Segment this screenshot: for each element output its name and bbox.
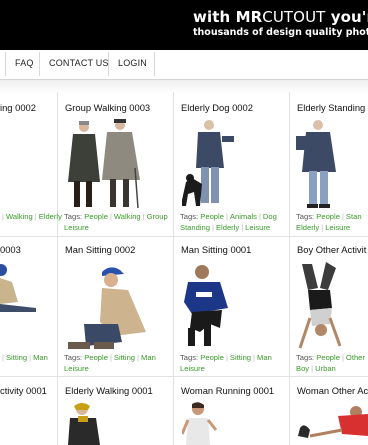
- tag-link[interactable]: Stan: [346, 212, 362, 221]
- photo-title[interactable]: ctivity 0001: [0, 385, 47, 396]
- tag-link[interactable]: Man: [141, 353, 156, 362]
- tag-link[interactable]: People: [316, 353, 340, 362]
- tag-link[interactable]: People: [84, 353, 108, 362]
- tag-link[interactable]: Leisure: [180, 364, 205, 373]
- photo-man-sitting-hoodie[interactable]: [180, 262, 236, 352]
- tag-link[interactable]: Walking: [6, 212, 33, 221]
- photo-title[interactable]: Group Walking 0003: [65, 102, 150, 113]
- photo-tags: Tags: People | Other Boy | Urban: [296, 353, 365, 373]
- top-nav: FAQ CONTACT US LOGIN: [0, 50, 368, 78]
- tag-link[interactable]: Boy: [296, 364, 309, 373]
- photo-woman-running[interactable]: [182, 402, 218, 445]
- nav-divider: [154, 52, 155, 76]
- tag-link[interactable]: People: [200, 212, 224, 221]
- tag-link[interactable]: Man: [33, 353, 48, 362]
- photo-man-sitting-partial[interactable]: [0, 262, 40, 314]
- photo-elderly-standing[interactable]: [296, 118, 346, 210]
- photo-boy-handstand[interactable]: [296, 262, 346, 352]
- tag-link[interactable]: Other: [346, 353, 365, 362]
- tag-link[interactable]: Sitting: [230, 353, 251, 362]
- tag-link[interactable]: Leisure: [64, 223, 89, 232]
- tag-link[interactable]: Elderly: [216, 223, 239, 232]
- photo-title[interactable]: Woman Running 0001: [181, 385, 274, 396]
- photo-tags: Tags: People | Sitting | Man Leisure: [64, 353, 156, 373]
- photo-tags: Tags: People | Walking | Group Leisure: [64, 212, 168, 232]
- tag-link[interactable]: People: [200, 353, 224, 362]
- grid-divider: [173, 92, 174, 445]
- photo-tags: | Walking | Elderly: [2, 212, 62, 221]
- nav-divider: [108, 52, 109, 76]
- photo-elderly-dog[interactable]: [180, 118, 240, 210]
- tag-link[interactable]: Urban: [315, 364, 336, 373]
- photo-title[interactable]: Elderly Standing (: [297, 102, 368, 113]
- photo-tags: Tags: People | Sitting | Man Leisure: [180, 353, 272, 373]
- photo-tags: Tags: People | Stan Elderly | Leisure: [296, 212, 362, 232]
- tag-link[interactable]: Standing: [180, 223, 210, 232]
- photo-title[interactable]: Elderly Walking 0001: [65, 385, 153, 396]
- tag-link[interactable]: Sitting: [114, 353, 135, 362]
- tag-link[interactable]: Leisure: [245, 223, 270, 232]
- nav-login[interactable]: LOGIN: [118, 58, 147, 68]
- grid-divider: [0, 236, 368, 237]
- grid-divider: [57, 92, 58, 445]
- tag-link[interactable]: Elderly: [39, 212, 62, 221]
- photo-title[interactable]: Boy Other Activit: [297, 244, 366, 255]
- grid-divider: [0, 376, 368, 377]
- nav-faq[interactable]: FAQ: [15, 58, 34, 68]
- tag-link[interactable]: Man: [257, 353, 272, 362]
- tag-link[interactable]: People: [84, 212, 108, 221]
- photo-title[interactable]: Elderly Dog 0002: [181, 102, 253, 113]
- tag-link[interactable]: People: [316, 212, 340, 221]
- tag-link[interactable]: Elderly: [296, 223, 319, 232]
- grid-divider: [289, 92, 290, 445]
- photo-tags: | Sitting | Man: [2, 353, 48, 362]
- photo-group-walking[interactable]: [62, 118, 144, 210]
- photo-man-sitting-cap[interactable]: [64, 262, 154, 352]
- tag-link[interactable]: Animals: [230, 212, 257, 221]
- photo-title[interactable]: Man Sitting 0001: [181, 244, 251, 255]
- tag-link[interactable]: Walking: [114, 212, 141, 221]
- banner-tagline: thousands of design quality photo cu: [193, 27, 368, 38]
- tag-link[interactable]: Leisure: [325, 223, 350, 232]
- tag-link[interactable]: Group: [147, 212, 168, 221]
- photo-title[interactable]: 0003: [0, 244, 21, 255]
- tag-link[interactable]: Sitting: [6, 353, 27, 362]
- photo-woman-other[interactable]: [298, 404, 368, 445]
- nav-divider: [5, 52, 6, 76]
- photo-title[interactable]: Man Sitting 0002: [65, 244, 135, 255]
- photo-tags: Tags: People | Animals | Dog Standing | Elderl…: [180, 212, 277, 232]
- nav-contact-us[interactable]: CONTACT US: [49, 58, 109, 68]
- nav-divider: [39, 52, 40, 76]
- site-banner: with MRCUTOUT you're thousands of design…: [0, 0, 368, 50]
- nav-shadow: [0, 80, 368, 94]
- tag-link[interactable]: Leisure: [64, 364, 89, 373]
- banner-headline: with MRCUTOUT you're: [193, 8, 368, 26]
- photo-elderly-walking[interactable]: [66, 402, 106, 445]
- photo-title[interactable]: ing 0002: [0, 102, 36, 113]
- tag-link[interactable]: Dog: [263, 212, 277, 221]
- photo-title[interactable]: Woman Other Ac: [297, 385, 368, 396]
